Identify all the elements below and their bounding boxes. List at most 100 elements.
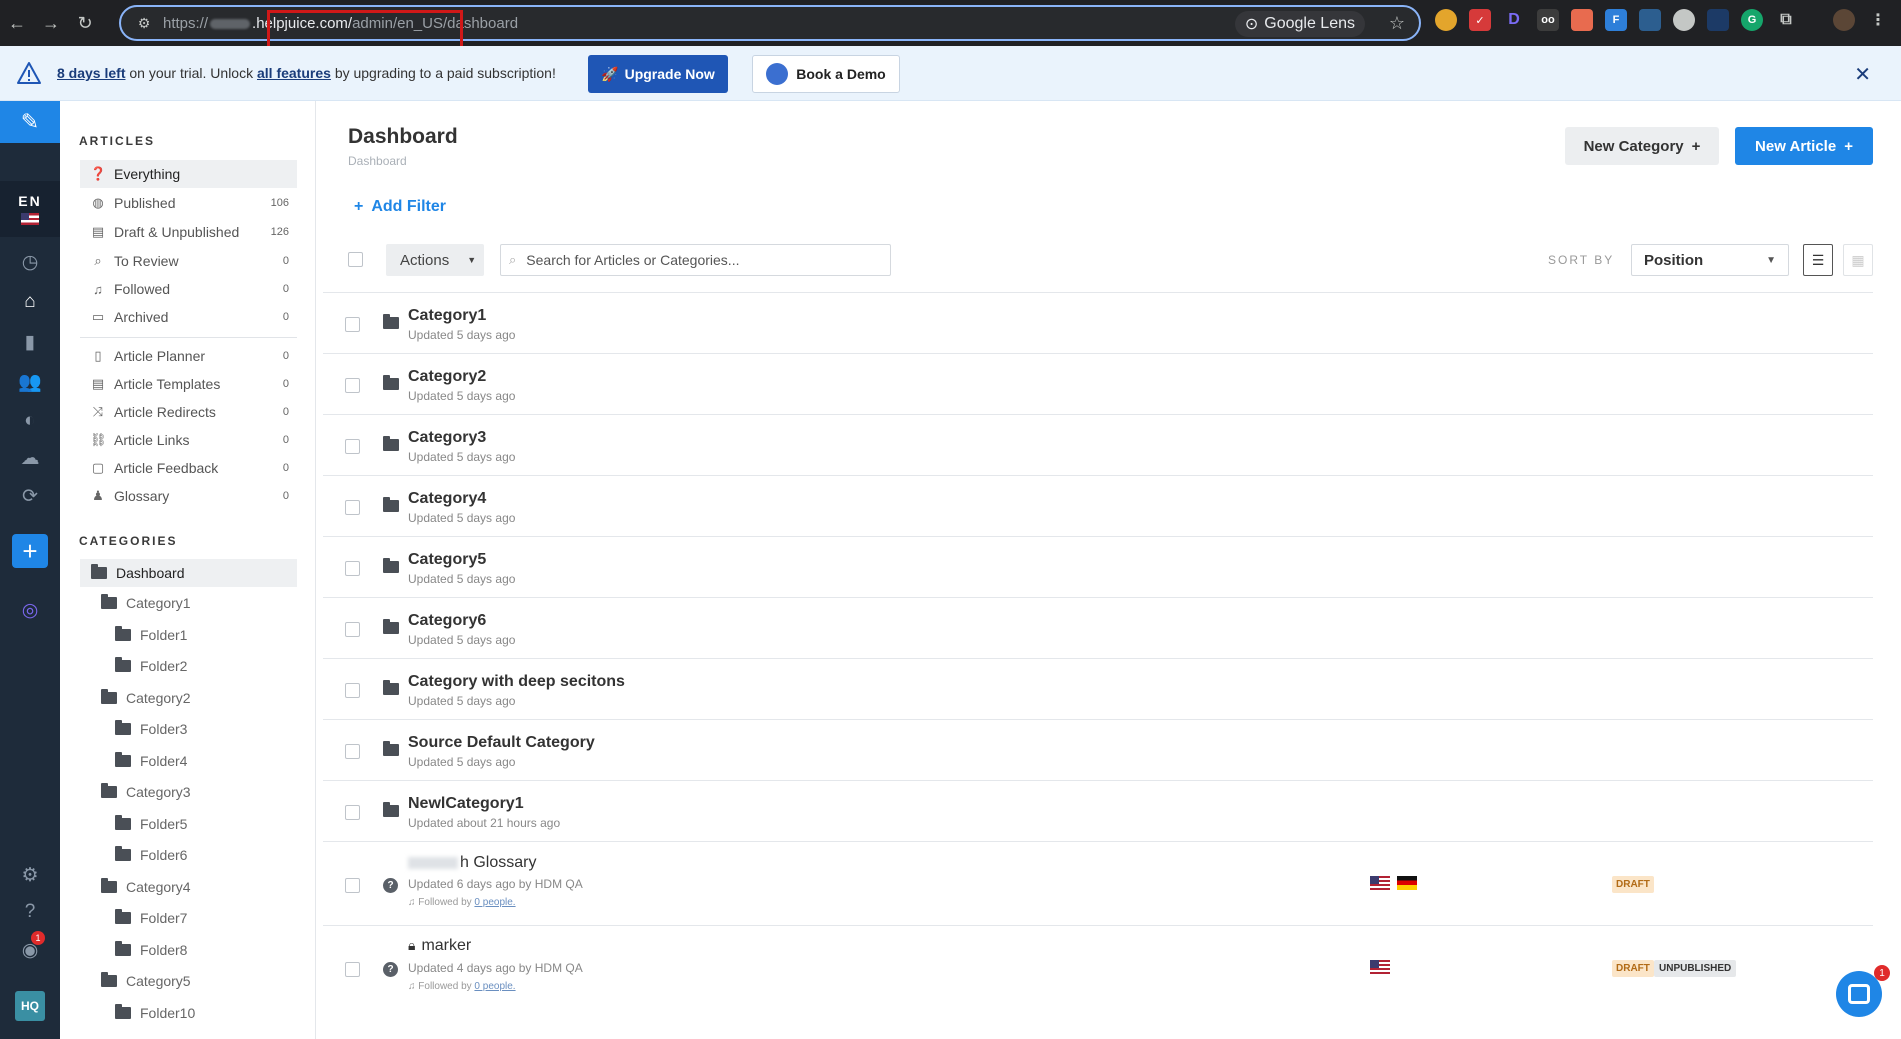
table-row[interactable]: Source Default Category Updated 5 days a…: [323, 720, 1873, 781]
tree-item[interactable]: Category5: [101, 968, 191, 994]
back-icon[interactable]: ←: [0, 6, 34, 40]
help-icon[interactable]: ?: [0, 897, 60, 927]
sidebar-item-draft[interactable]: ▤ Draft & Unpublished 126: [80, 218, 297, 246]
history-icon[interactable]: ◷: [0, 247, 60, 277]
notifications-icon[interactable]: ◉: [0, 935, 60, 965]
new-category-button[interactable]: New Category +: [1565, 127, 1719, 165]
row-title[interactable]: Category1: [408, 307, 486, 325]
row-title[interactable]: Category with deep secitons: [408, 673, 625, 691]
extension-icon[interactable]: [1673, 9, 1695, 31]
days-left-link[interactable]: 8 days left: [57, 65, 125, 81]
forward-icon[interactable]: →: [34, 6, 68, 40]
row-title[interactable]: h Glossary: [408, 854, 536, 872]
row-title[interactable]: Source Default Category: [408, 734, 595, 752]
table-row[interactable]: NewlCategory1 Updated about 21 hours ago: [323, 781, 1873, 842]
row-checkbox[interactable]: [345, 439, 360, 454]
tree-item[interactable]: Folder3: [115, 716, 187, 742]
extension-icon[interactable]: [1435, 9, 1457, 31]
add-icon[interactable]: +: [12, 534, 48, 568]
tree-item-dashboard[interactable]: Dashboard: [80, 559, 297, 587]
row-title[interactable]: Category6: [408, 612, 486, 630]
ai-icon[interactable]: ◎: [0, 595, 60, 625]
row-title[interactable]: Category2: [408, 368, 486, 386]
all-features-link[interactable]: all features: [257, 65, 331, 81]
sidebar-item-article-feedback[interactable]: ▢ Article Feedback 0: [80, 454, 297, 482]
search-input[interactable]: [526, 252, 867, 268]
google-lens-button[interactable]: ⊙ Google Lens: [1234, 11, 1365, 37]
table-row[interactable]: Category with deep secitons Updated 5 da…: [323, 659, 1873, 720]
close-icon[interactable]: ✕: [1854, 62, 1871, 87]
extension-icon[interactable]: ✓: [1469, 9, 1491, 31]
sidebar-item-article-planner[interactable]: ▯ Article Planner 0: [80, 342, 297, 370]
sidebar-item-article-links[interactable]: ⛓ Article Links 0: [80, 426, 297, 454]
de-flag-icon[interactable]: [1397, 876, 1417, 890]
sidebar-item-article-redirects[interactable]: ⤨ Article Redirects 0: [80, 398, 297, 426]
row-title[interactable]: Category5: [408, 551, 486, 569]
sync-icon[interactable]: ⟳: [0, 481, 60, 511]
new-article-button[interactable]: New Article +: [1735, 127, 1873, 165]
table-row[interactable]: ? 🔒︎ marker Updated 4 days ago by HDM QA …: [323, 926, 1873, 1010]
tree-item[interactable]: Folder6: [115, 842, 187, 868]
row-checkbox[interactable]: [345, 805, 360, 820]
edit-icon[interactable]: ✎: [0, 101, 60, 143]
breadcrumb[interactable]: Dashboard: [348, 154, 407, 168]
profile-avatar[interactable]: [1833, 9, 1855, 31]
row-checkbox[interactable]: [345, 378, 360, 393]
tree-item[interactable]: Category1: [101, 590, 191, 616]
reload-icon[interactable]: ↻: [68, 6, 102, 40]
language-switcher[interactable]: EN: [0, 181, 60, 237]
sidebar-item-everything[interactable]: ❓ Everything: [80, 160, 297, 188]
row-title[interactable]: Category4: [408, 490, 486, 508]
row-checkbox[interactable]: [345, 962, 360, 977]
bookmark-star-icon[interactable]: ☆: [1389, 13, 1405, 34]
tree-item[interactable]: Category3: [101, 779, 191, 805]
tree-item[interactable]: Folder10: [115, 1000, 195, 1026]
table-row[interactable]: Category5 Updated 5 days ago: [323, 537, 1873, 598]
table-row[interactable]: Category2 Updated 5 days ago: [323, 354, 1873, 415]
tree-item[interactable]: Category4: [101, 874, 191, 900]
puzzle-icon[interactable]: ⧉: [1775, 9, 1797, 31]
row-checkbox[interactable]: [345, 317, 360, 332]
sidebar-item-glossary[interactable]: ♟ Glossary 0: [80, 482, 297, 510]
list-view-button[interactable]: ☰: [1803, 244, 1833, 276]
extension-icon[interactable]: D: [1503, 9, 1525, 31]
row-checkbox[interactable]: [345, 744, 360, 759]
us-flag-icon[interactable]: [1370, 876, 1390, 890]
extension-icon[interactable]: [1639, 9, 1661, 31]
table-row[interactable]: Category4 Updated 5 days ago: [323, 476, 1873, 537]
grid-view-button[interactable]: ▦: [1843, 244, 1873, 276]
extension-icon[interactable]: [1707, 9, 1729, 31]
row-title[interactable]: NewlCategory1: [408, 795, 524, 813]
tree-item[interactable]: Folder7: [115, 905, 187, 931]
table-row[interactable]: ? h Glossary Updated 6 days ago by HDM Q…: [323, 842, 1873, 926]
row-checkbox[interactable]: [345, 500, 360, 515]
row-checkbox[interactable]: [345, 878, 360, 893]
globe-icon[interactable]: ◐: [0, 406, 60, 436]
sort-select[interactable]: Position ▼: [1631, 244, 1789, 276]
book-demo-button[interactable]: Book a Demo: [752, 55, 900, 93]
followers-link[interactable]: 0 people.: [474, 981, 515, 992]
settings-icon[interactable]: ⚙: [0, 860, 60, 890]
row-checkbox[interactable]: [345, 622, 360, 637]
account-avatar[interactable]: HQ: [15, 991, 45, 1021]
sidebar-item-article-templates[interactable]: ▤ Article Templates 0: [80, 370, 297, 398]
tree-item[interactable]: Folder2: [115, 653, 187, 679]
users-icon[interactable]: 👥: [0, 367, 60, 397]
row-title[interactable]: 🔒︎ marker: [408, 937, 471, 955]
tree-item[interactable]: Folder8: [115, 937, 187, 963]
sidebar-item-archived[interactable]: ▭ Archived 0: [80, 303, 297, 331]
site-settings-icon[interactable]: ⚙: [129, 15, 159, 32]
tree-item[interactable]: Folder1: [115, 622, 187, 648]
tree-item[interactable]: Folder5: [115, 811, 187, 837]
menu-dots-icon[interactable]: ⋮: [1867, 9, 1889, 31]
followers-link[interactable]: 0 people.: [474, 897, 515, 908]
tree-item[interactable]: Folder4: [115, 748, 187, 774]
row-checkbox[interactable]: [345, 683, 360, 698]
row-checkbox[interactable]: [345, 561, 360, 576]
table-row[interactable]: Category3 Updated 5 days ago: [323, 415, 1873, 476]
analytics-icon[interactable]: ▮: [0, 327, 60, 357]
sidebar-item-published[interactable]: ◍ Published 106: [80, 189, 297, 217]
sidebar-item-followed[interactable]: ♫ Followed 0: [80, 275, 297, 303]
grammarly-icon[interactable]: G: [1741, 9, 1763, 31]
extension-icon[interactable]: [1571, 9, 1593, 31]
